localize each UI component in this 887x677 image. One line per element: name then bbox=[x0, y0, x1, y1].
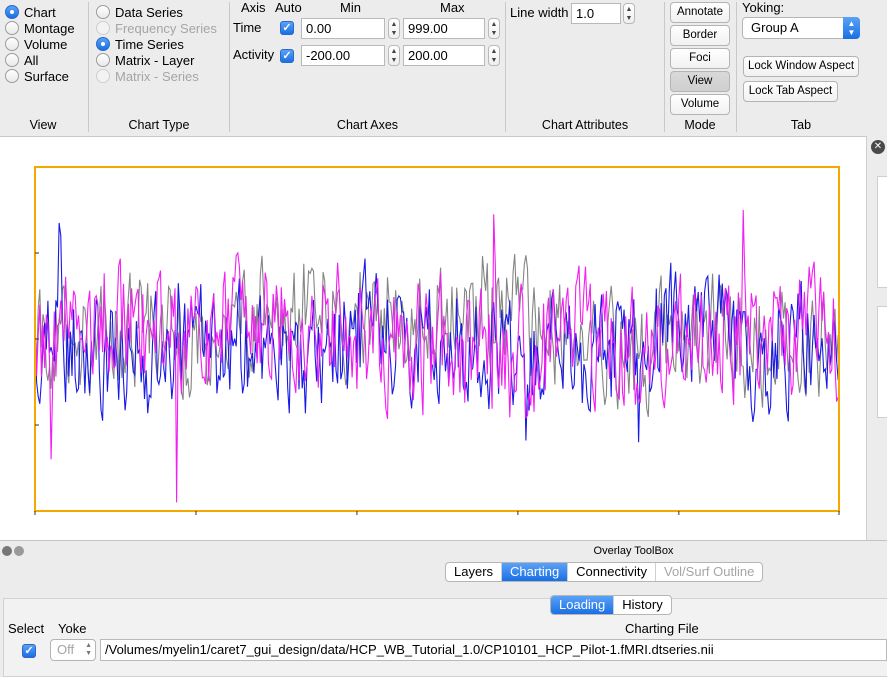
volume-mode-button[interactable]: Volume bbox=[670, 94, 730, 115]
radio-icon bbox=[96, 37, 110, 51]
chart-type-data-series[interactable]: Data Series bbox=[96, 4, 183, 20]
chart-type-frequency-series: Frequency Series bbox=[96, 20, 217, 36]
view-option-montage[interactable]: Montage bbox=[5, 20, 75, 36]
panel-divider bbox=[505, 2, 506, 132]
subtab-loading[interactable]: Loading bbox=[551, 596, 615, 614]
yoke-column-header: Yoke bbox=[58, 621, 87, 636]
time-min-field[interactable]: 0.00 bbox=[301, 18, 385, 39]
axis-header: Axis bbox=[241, 0, 266, 15]
yoke-value: Off bbox=[57, 642, 75, 657]
panel-divider bbox=[664, 2, 665, 132]
lock-window-aspect-button[interactable]: Lock Window Aspect bbox=[743, 56, 859, 77]
select-column-header: Select bbox=[8, 621, 45, 636]
tab-panel-title: Tab bbox=[790, 118, 812, 132]
chart-type-time-series[interactable]: Time Series bbox=[96, 36, 184, 52]
radio-icon bbox=[5, 53, 19, 67]
tab-charting[interactable]: Charting bbox=[502, 563, 569, 581]
panel-divider bbox=[229, 2, 230, 132]
toolbox-tabbar: Layers Charting Connectivity Vol/Surf Ou… bbox=[445, 562, 764, 582]
view-option-chart[interactable]: Chart bbox=[5, 4, 56, 20]
activity-axis-label: Activity bbox=[233, 47, 275, 62]
time-max-field[interactable]: 999.00 bbox=[403, 18, 485, 39]
activity-min-field[interactable]: -200.00 bbox=[301, 45, 385, 66]
file-column-header: Charting File bbox=[625, 621, 699, 636]
side-panel-tab[interactable] bbox=[877, 306, 887, 418]
select-arrows-icon: ▲ ▼ bbox=[843, 17, 860, 39]
time-axis-label: Time bbox=[233, 20, 262, 35]
subtab-history[interactable]: History bbox=[614, 596, 670, 614]
view-option-surface[interactable]: Surface bbox=[5, 68, 69, 84]
panel-divider bbox=[736, 2, 737, 132]
tab-layers[interactable]: Layers bbox=[446, 563, 503, 581]
radio-icon bbox=[96, 21, 110, 35]
mode-panel-title: Mode bbox=[684, 118, 716, 132]
close-icon[interactable]: ✕ bbox=[871, 140, 885, 154]
time-series-chart[interactable] bbox=[0, 137, 866, 541]
toolbar: Chart Montage Volume All Surface View Da… bbox=[0, 0, 887, 135]
foci-mode-button[interactable]: Foci bbox=[670, 48, 730, 69]
line-width-stepper[interactable]: ▲ ▼ bbox=[623, 3, 635, 24]
radio-icon bbox=[5, 5, 19, 19]
yoking-value: Group A bbox=[751, 20, 799, 35]
min-header: Min bbox=[340, 0, 361, 15]
charting-subtabbar: Loading History bbox=[550, 595, 672, 615]
time-max-stepper[interactable]: ▲ ▼ bbox=[488, 18, 500, 39]
select-arrows-icon: ▲ ▼ bbox=[85, 642, 92, 657]
yoking-select[interactable]: Group A ▲ ▼ bbox=[742, 17, 860, 39]
radio-icon bbox=[96, 69, 110, 83]
tab-connectivity[interactable]: Connectivity bbox=[568, 563, 656, 581]
radio-icon bbox=[96, 5, 110, 19]
line-width-field[interactable]: 1.0 bbox=[571, 3, 621, 24]
overlay-toolbox-title: Overlay ToolBox bbox=[593, 545, 674, 557]
charting-file-path-field[interactable]: /Volumes/myelin1/caret7_gui_design/data/… bbox=[100, 639, 887, 661]
auto-header: Auto bbox=[275, 0, 302, 15]
max-header: Max bbox=[440, 0, 465, 15]
panel-divider bbox=[88, 2, 89, 132]
yoking-label: Yoking: bbox=[742, 0, 785, 15]
activity-auto-checkbox[interactable]: ✓ bbox=[280, 49, 294, 63]
view-panel-title: View bbox=[29, 118, 57, 132]
radio-icon bbox=[5, 69, 19, 83]
chart-axes-panel-title: Chart Axes bbox=[336, 118, 399, 132]
chart-viewport[interactable] bbox=[0, 136, 866, 540]
charting-tab-content bbox=[3, 598, 887, 677]
activity-min-stepper[interactable]: ▲ ▼ bbox=[388, 45, 400, 66]
chart-attributes-panel-title: Chart Attributes bbox=[541, 118, 629, 132]
overlay-side-panel-edge: ✕ bbox=[866, 136, 887, 540]
view-mode-button[interactable]: View bbox=[670, 71, 730, 92]
line-width-label: Line width bbox=[510, 5, 569, 20]
overlay-toolbox: Overlay ToolBox Layers Charting Connecti… bbox=[0, 540, 887, 677]
border-mode-button[interactable]: Border bbox=[670, 25, 730, 46]
chart-type-matrix-series: Matrix - Series bbox=[96, 68, 199, 84]
radio-icon bbox=[96, 53, 110, 67]
lock-tab-aspect-button[interactable]: Lock Tab Aspect bbox=[743, 81, 838, 102]
annotate-mode-button[interactable]: Annotate bbox=[670, 2, 730, 23]
time-auto-checkbox[interactable]: ✓ bbox=[280, 21, 294, 35]
radio-icon bbox=[5, 37, 19, 51]
activity-max-field[interactable]: 200.00 bbox=[403, 45, 485, 66]
view-option-all[interactable]: All bbox=[5, 52, 38, 68]
side-panel-tab[interactable] bbox=[877, 176, 887, 288]
chart-type-matrix-layer[interactable]: Matrix - Layer bbox=[96, 52, 194, 68]
view-option-volume[interactable]: Volume bbox=[5, 36, 67, 52]
time-min-stepper[interactable]: ▲ ▼ bbox=[388, 18, 400, 39]
activity-max-stepper[interactable]: ▲ ▼ bbox=[488, 45, 500, 66]
row-select-checkbox[interactable]: ✓ bbox=[22, 644, 36, 658]
yoke-select[interactable]: Off ▲ ▼ bbox=[50, 639, 96, 661]
radio-icon bbox=[5, 21, 19, 35]
chart-type-panel-title: Chart Type bbox=[128, 118, 190, 132]
tab-vol-surf-outline: Vol/Surf Outline bbox=[663, 564, 755, 579]
